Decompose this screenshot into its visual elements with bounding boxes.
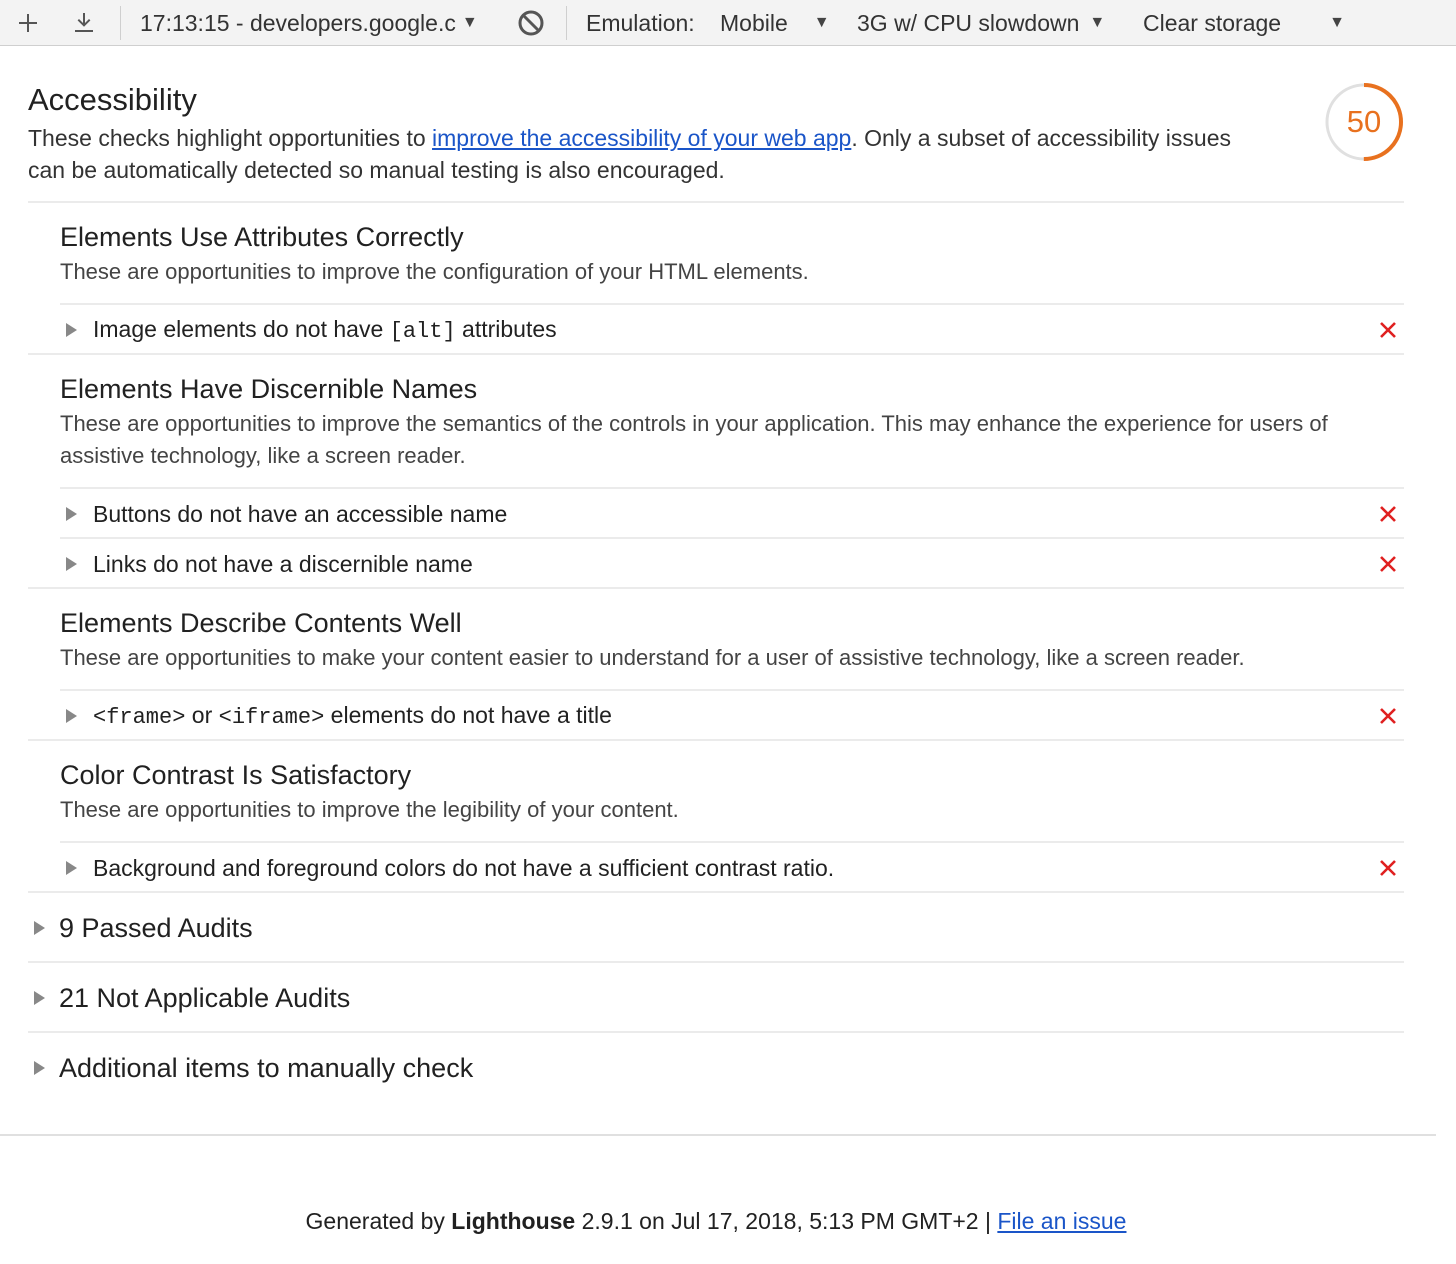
audit-color-contrast[interactable]: Background and foreground colors do not …	[60, 844, 1404, 892]
divider	[60, 841, 1404, 843]
divider	[28, 1031, 1404, 1033]
chevron-down-icon: ▼	[813, 14, 830, 31]
audit-title-text: Image elements do not have	[93, 316, 390, 342]
audit-button-name[interactable]: Buttons do not have an accessible name	[60, 490, 1404, 538]
throttling-select[interactable]: 3G w/ CPU slowdown ▼	[857, 0, 1105, 46]
not-applicable-audits-label: 21 Not Applicable Audits	[59, 982, 351, 1013]
footer-divider	[0, 1134, 1436, 1136]
group-description: These are opportunities to improve the s…	[60, 411, 1328, 468]
chevron-down-icon: ▼	[1089, 14, 1106, 31]
audit-title: Links do not have a discernible name	[93, 550, 473, 577]
audit-title-code: <iframe>	[218, 705, 325, 730]
expand-triangle-icon	[66, 507, 77, 521]
group-title: Color Contrast Is Satisfactory	[60, 760, 412, 790]
plus-icon	[19, 14, 37, 32]
footer-text: 2.9.1 on Jul 17, 2018, 5:13 PM GMT+2 |	[575, 1208, 998, 1234]
divider	[28, 201, 1404, 203]
footer-product: Lighthouse	[451, 1208, 576, 1234]
fail-x-icon	[1380, 860, 1396, 876]
toolbar-separator	[566, 6, 567, 40]
divider	[28, 739, 1404, 741]
group-description: These are opportunities to make your con…	[60, 645, 1245, 670]
manual-items-toggle[interactable]: Additional items to manually check	[28, 1034, 1404, 1102]
passed-audits-toggle[interactable]: 9 Passed Audits	[28, 894, 1404, 962]
category-description: These checks highlight opportunities to …	[28, 122, 1248, 186]
storage-value: Clear storage	[1143, 9, 1282, 36]
category-title: Accessibility	[28, 82, 197, 117]
chevron-down-icon: ▼	[1329, 14, 1345, 31]
new-audit-button[interactable]	[16, 0, 40, 46]
expand-triangle-icon	[34, 991, 45, 1005]
expand-triangle-icon	[34, 921, 45, 935]
lighthouse-toolbar: 17:13:15 - developers.google.c ▼ Emulati…	[0, 0, 1456, 46]
fail-x-icon	[1380, 556, 1396, 572]
report-select[interactable]: 17:13:15 - developers.google.c ▼	[140, 0, 478, 46]
block-icon	[518, 10, 544, 36]
manual-items-label: Additional items to manually check	[59, 1052, 474, 1083]
expand-triangle-icon	[66, 861, 77, 875]
audit-title: Image elements do not have [alt] attribu…	[93, 316, 557, 344]
accessibility-docs-link[interactable]: improve the accessibility of your web ap…	[432, 125, 851, 151]
expand-triangle-icon	[66, 709, 77, 723]
emulation-value: Mobile	[720, 9, 788, 36]
group-title: Elements Have Discernible Names	[60, 374, 478, 404]
group-title: Elements Describe Contents Well	[60, 608, 462, 638]
expand-triangle-icon	[34, 1061, 45, 1075]
audit-link-name[interactable]: Links do not have a discernible name	[60, 540, 1404, 588]
divider	[28, 587, 1404, 589]
report-footer: Generated by Lighthouse 2.9.1 on Jul 17,…	[0, 1208, 1432, 1235]
clear-reports-button[interactable]	[517, 0, 545, 46]
score-value: 50	[1346, 104, 1382, 139]
divider	[60, 487, 1404, 489]
fail-x-icon	[1380, 708, 1396, 724]
divider	[28, 891, 1404, 893]
divider	[28, 961, 1404, 963]
group-description: These are opportunities to improve the c…	[60, 259, 809, 284]
download-icon	[75, 13, 93, 32]
not-applicable-audits-toggle[interactable]: 21 Not Applicable Audits	[28, 964, 1404, 1032]
audit-title-code: [alt]	[389, 319, 456, 344]
fail-x-icon	[1380, 322, 1396, 338]
audit-frame-title[interactable]: <frame> or <iframe> elements do not have…	[60, 692, 1404, 740]
audit-image-alt[interactable]: Image elements do not have [alt] attribu…	[60, 306, 1404, 354]
storage-select[interactable]: Clear storage ▼	[1143, 0, 1345, 46]
emulation-select[interactable]: Mobile ▼	[720, 0, 830, 46]
divider	[60, 689, 1404, 691]
expand-triangle-icon	[66, 557, 77, 571]
footer-text: Generated by	[305, 1208, 452, 1234]
audit-title: Background and foreground colors do not …	[93, 854, 835, 881]
file-issue-link[interactable]: File an issue	[997, 1208, 1126, 1234]
divider	[28, 353, 1404, 355]
audit-title-text: or	[185, 702, 219, 728]
download-report-button[interactable]	[72, 0, 96, 46]
audit-title-text: attributes	[455, 316, 557, 342]
group-title: Elements Use Attributes Correctly	[60, 222, 464, 252]
audit-title-text: elements do not have a title	[324, 702, 612, 728]
emulation-label: Emulation:	[586, 9, 695, 36]
chevron-down-icon: ▼	[461, 14, 478, 31]
audit-title: <frame> or <iframe> elements do not have…	[93, 702, 612, 730]
divider	[60, 537, 1404, 539]
category-desc-text: These checks highlight opportunities to	[28, 125, 433, 151]
group-description: These are opportunities to improve the l…	[60, 797, 679, 822]
audit-title-code: <frame>	[93, 705, 186, 730]
fail-x-icon	[1380, 506, 1396, 522]
audit-title: Buttons do not have an accessible name	[93, 500, 508, 527]
throttling-value: 3G w/ CPU slowdown	[857, 9, 1080, 36]
report-select-label: 17:13:15 - developers.google.c	[140, 9, 456, 36]
expand-triangle-icon	[66, 323, 77, 337]
divider	[60, 303, 1404, 305]
passed-audits-label: 9 Passed Audits	[59, 912, 253, 943]
toolbar-separator	[120, 6, 121, 40]
